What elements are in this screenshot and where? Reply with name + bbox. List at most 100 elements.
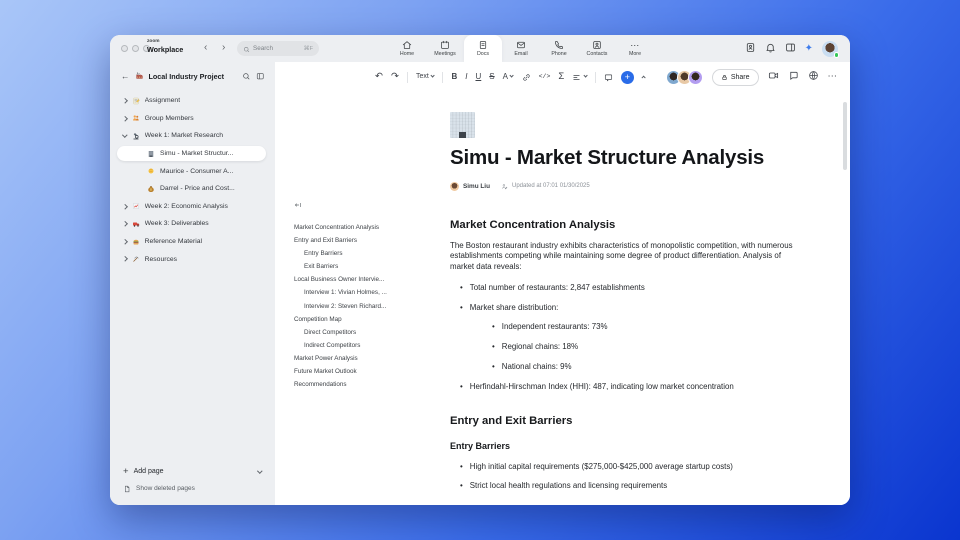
project-title: Local Industry Project <box>148 71 225 81</box>
outline-item[interactable]: Competition Map <box>294 316 444 324</box>
doc-bullet-text: Herfindahl-Hirschman Index (HHI): 487, i… <box>469 381 734 391</box>
brand-bottom: Workplace <box>147 44 184 54</box>
sidebar-item[interactable]: Week 2: Economic Analysis <box>110 198 275 216</box>
doc-bullet-text: High initial capital requirements ($275,… <box>469 461 733 471</box>
tab-docs[interactable]: Docs <box>464 35 502 62</box>
bullet-dot-icon: • <box>492 361 495 371</box>
history-forward-icon[interactable]: › <box>222 41 225 55</box>
sidebar-item[interactable]: Resources <box>110 250 275 268</box>
money-bag-icon: $ <box>147 185 155 193</box>
undo-button[interactable]: ↶ <box>375 72 383 82</box>
zoom-workplace-window: zoom Workplace ‹ › Search ⌘F Home Meeting… <box>110 35 850 505</box>
tab-more[interactable]: ⋯ More <box>616 35 654 62</box>
doc-byline: Simu Liu Updated at 07:01 01/30/2025 <box>450 177 812 195</box>
sidebar-search-icon[interactable] <box>242 67 251 85</box>
doc-bullet-item: • Regional chains: 18% <box>450 342 812 352</box>
user-avatar[interactable] <box>822 40 839 58</box>
nav-item-label: Contacts <box>586 51 608 58</box>
sidebar-item[interactable]: $ Darrel - Price and Cost... <box>110 180 275 198</box>
doc-bullet-item: • Market share distribution: <box>450 302 812 312</box>
sidebar-item-label: Reference Material <box>144 238 203 246</box>
doc-bullet-item: • High initial capital requirements ($275… <box>450 461 812 471</box>
side-panel-icon[interactable] <box>785 40 796 58</box>
doc-main-area: ↶ ↷ Text B I U S A </> Σ + Share ⋯ Marke… <box>275 62 850 505</box>
tab-home[interactable]: Home <box>388 35 426 62</box>
outline-item[interactable]: Interview 1: Vivian Holmes, ... <box>294 289 444 297</box>
text-style-dropdown[interactable]: Text <box>416 72 436 82</box>
doc-heading: Market Concentration Analysis <box>450 219 616 231</box>
home-icon <box>402 40 412 50</box>
back-arrow-icon[interactable]: ← <box>121 71 130 81</box>
sidebar-item[interactable]: Simu - Market Structur... <box>110 145 275 163</box>
toolbar-divider <box>406 71 408 83</box>
sidebar-item[interactable]: Week 1: Market Research <box>110 127 275 145</box>
global-search-input[interactable]: Search ⌘F <box>237 41 319 56</box>
redo-button[interactable]: ↷ <box>391 72 399 82</box>
doc-title: Simu - Market Structure Analysis <box>450 146 765 169</box>
chevron-right-icon[interactable] <box>122 239 128 245</box>
chevron-right-icon[interactable] <box>122 256 128 262</box>
memo-icon <box>132 97 140 105</box>
ai-companion-icon[interactable]: ✦ <box>805 43 813 54</box>
history-back-icon[interactable]: ‹ <box>204 41 207 55</box>
tab-meetings[interactable]: Meetings <box>426 35 464 62</box>
deleted-page-icon <box>123 480 131 498</box>
doc-bullet-text: National chains: 9% <box>501 361 572 371</box>
outline-item[interactable]: Entry and Exit Barriers <box>294 237 444 245</box>
app-logo: zoom Workplace <box>147 39 184 54</box>
tab-phone[interactable]: Phone <box>540 35 578 62</box>
notifications-bell-icon[interactable] <box>765 40 776 58</box>
outline-item[interactable]: Exit Barriers <box>294 263 444 271</box>
more-options-icon[interactable]: ⋯ <box>828 72 838 82</box>
nav-item-label: Phone <box>551 51 567 58</box>
sidebar-tree: Assignment Group Members Week 1: Market Re… <box>110 92 275 268</box>
author-name: Simu Liu <box>463 182 490 190</box>
doc-subheading: Entry Barriers <box>450 441 511 452</box>
sidebar-item[interactable]: Assignment <box>110 92 275 110</box>
status-dot <box>833 52 839 58</box>
outline-item[interactable]: Interview 2: Steven Richard... <box>294 303 444 311</box>
show-deleted-pages-button[interactable]: Show deleted pages <box>110 480 275 497</box>
outline-item[interactable]: Entry Barriers <box>294 250 444 258</box>
microscope-icon <box>132 132 140 140</box>
nav-item-label: More <box>628 51 642 58</box>
sidebar-footer: + Add page Show deleted pages <box>110 463 275 497</box>
chevron-down-icon[interactable] <box>257 467 263 474</box>
popcorn-icon <box>147 167 155 175</box>
outline-item[interactable]: Market Concentration Analysis <box>294 224 444 232</box>
doc-bullet-item: • Herfindahl-Hirschman Index (HHI): 487, … <box>450 381 812 391</box>
close-window-button[interactable] <box>121 45 128 52</box>
sidebar-item[interactable]: Week 3: Deliverables <box>110 215 275 233</box>
bullet-dot-icon: • <box>460 302 463 312</box>
outline-item[interactable]: Future Market Outlook <box>294 368 444 376</box>
tab-contacts[interactable]: Contacts <box>578 35 616 62</box>
outline-item[interactable]: Recommendations <box>294 381 444 389</box>
nav-item-label: Meetings <box>434 51 456 58</box>
tab-email[interactable]: Email <box>502 35 540 62</box>
sidebar-item-label: Resources <box>144 255 178 263</box>
bullet-dot-icon: • <box>460 381 463 391</box>
sidebar-item[interactable]: Reference Material <box>110 233 275 251</box>
sidebar-item[interactable]: Group Members <box>110 110 275 128</box>
chevron-down-icon[interactable] <box>122 132 128 138</box>
outline-item[interactable]: Local Business Owner Intervie... <box>294 276 444 284</box>
window-controls[interactable] <box>121 45 150 52</box>
contacts-icon <box>592 40 602 50</box>
outline-item[interactable]: Indirect Competitors <box>294 342 444 350</box>
collapse-outline-icon[interactable] <box>294 196 302 213</box>
doc-bullet-text: Regional chains: 18% <box>501 342 579 352</box>
chevron-right-icon[interactable] <box>122 115 128 121</box>
doc-canvas[interactable]: Simu - Market Structure Analysis Simu Li… <box>450 62 812 505</box>
collapse-sidebar-icon[interactable] <box>256 67 265 85</box>
scrollbar-thumb[interactable] <box>843 102 847 170</box>
chevron-right-icon[interactable] <box>122 203 128 209</box>
sidebar-item[interactable]: Maurice - Consumer A... <box>110 162 275 180</box>
contact-card-icon[interactable] <box>745 40 756 58</box>
minimize-window-button[interactable] <box>132 45 139 52</box>
outline-item[interactable]: Direct Competitors <box>294 329 444 337</box>
chevron-right-icon[interactable] <box>122 98 128 104</box>
outline-item[interactable]: Market Power Analysis <box>294 355 444 363</box>
add-page-button[interactable]: + Add page <box>110 463 275 480</box>
project-header: ← Local Industry Project <box>110 67 275 85</box>
chevron-right-icon[interactable] <box>122 221 128 227</box>
